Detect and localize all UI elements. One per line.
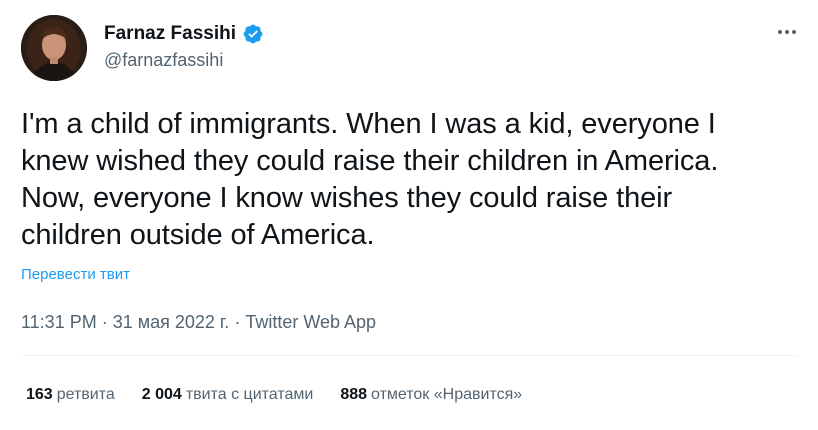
verified-badge-icon: [242, 23, 264, 45]
avatar-image: [21, 15, 87, 81]
retweets-stat[interactable]: 163 ретвита: [26, 384, 115, 406]
likes-count: 888: [340, 386, 368, 403]
quotes-label: твита с цитатами: [185, 386, 314, 403]
tweet-card: Farnaz Fassihi @farnazfassihi I'm a chil…: [0, 0, 818, 430]
quotes-stat[interactable]: 2 004 твита с цитатами: [142, 384, 314, 406]
retweets-label: ретвита: [56, 386, 115, 403]
quotes-count: 2 004: [141, 386, 182, 403]
tweet-source[interactable]: Twitter Web App: [245, 312, 376, 332]
tweet-text-line: I'm a child of immigrants. When I was a …: [21, 108, 716, 140]
likes-label: отметок «Нравится»: [371, 386, 523, 403]
tweet-text-line: Now, everyone I know wishes they could r…: [21, 182, 673, 214]
tweet-meta: 11:31 PM · 31 мая 2022 г. · Twitter Web …: [21, 310, 376, 334]
author-handle[interactable]: @farnazfassihi: [104, 49, 223, 71]
meta-separator: ·: [101, 312, 113, 332]
retweets-count: 163: [26, 386, 53, 403]
tweet-text-line: knew wished they could raise their child…: [21, 145, 719, 177]
translate-tweet-link[interactable]: Перевести твит: [21, 265, 130, 285]
divider: [21, 355, 798, 356]
author-name[interactable]: Farnaz Fassihi: [104, 22, 236, 46]
tweet-date[interactable]: 31 мая 2022 г.: [113, 312, 230, 332]
author-name-row[interactable]: Farnaz Fassihi: [104, 22, 264, 46]
likes-stat[interactable]: 888 отметок «Нравится»: [340, 384, 522, 406]
tweet-stats: 163 ретвита 2 004 твита с цитатами 888 отме…: [26, 384, 522, 406]
meta-separator: ·: [234, 312, 246, 332]
more-options-icon[interactable]: [772, 22, 802, 42]
avatar[interactable]: [21, 15, 87, 81]
tweet-time[interactable]: 11:31 PM: [21, 312, 97, 332]
tweet-text-line: children outside of America.: [21, 219, 375, 251]
tweet-text: I'm a child of immigrants. When I was a …: [21, 106, 801, 254]
